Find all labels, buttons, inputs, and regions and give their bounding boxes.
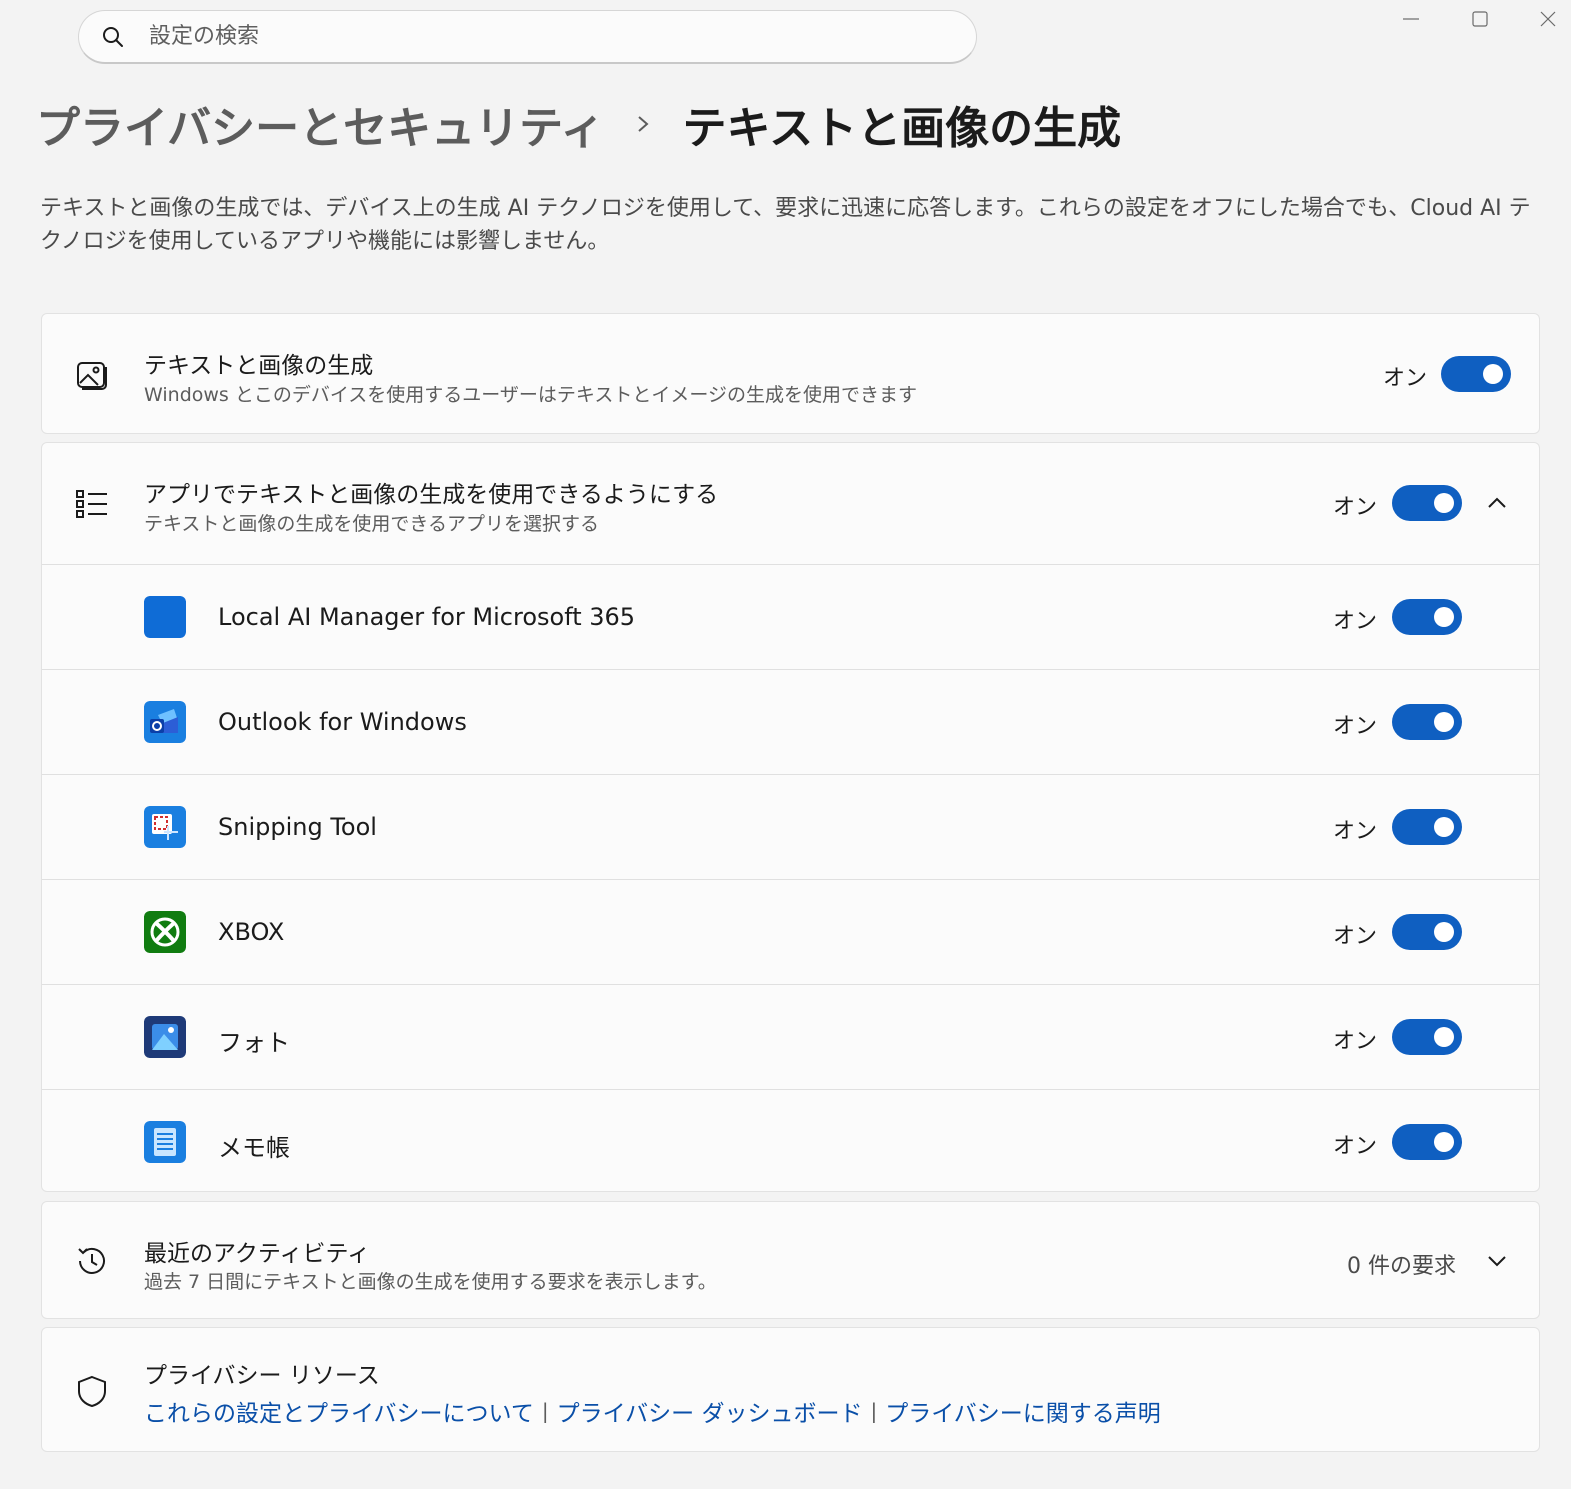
app-toggle-notepad[interactable] [1392,1124,1462,1160]
app-toggle-outlook[interactable] [1392,704,1462,740]
toggle-knob [1434,493,1454,513]
app-name: Snipping Tool [218,813,377,841]
apps-setting-card: アプリでテキストと画像の生成を使用できるようにする テキストと画像の生成を使用で… [41,442,1540,1192]
recent-activity-title: 最近のアクティビティ [144,1241,371,1267]
local-ai-manager-icon [144,596,186,638]
app-name: Outlook for Windows [218,708,467,736]
minimize-icon[interactable] [1400,8,1422,30]
app-row-xbox: XBOX オン [42,879,1539,984]
chevron-down-icon[interactable] [1485,1249,1509,1273]
app-toggle-snipping-tool[interactable] [1392,809,1462,845]
main-setting-row: テキストと画像の生成 Windows とこのデバイスを使用するユーザーはテキスト… [42,314,1539,433]
apps-setting-subtitle: テキストと画像の生成を使用できるアプリを選択する [144,513,600,535]
recent-activity-card[interactable]: 最近のアクティビティ 過去 7 日間にテキストと画像の生成を使用する要求を表示し… [41,1201,1540,1319]
chevron-right-icon [632,113,654,135]
page-description: テキストと画像の生成では、デバイス上の生成 AI テクノロジを使用して、要求に迅… [40,196,1531,254]
privacy-resources-row: プライバシー リソース これらの設定とプライバシーについて | プライバシー ダ… [42,1328,1539,1451]
app-row-photos: フォト オン [42,984,1539,1089]
toggle-knob [1483,364,1503,384]
search-icon [101,25,125,49]
main-setting-toggle[interactable] [1441,356,1511,392]
list-icon [74,486,110,522]
link-divider: | [870,1399,878,1423]
toggle-knob [1434,712,1454,732]
apps-setting-toggle[interactable] [1392,485,1462,521]
app-name: XBOX [218,918,285,946]
toggle-knob [1434,1132,1454,1152]
search-input[interactable] [149,24,909,49]
app-state: オン [1333,819,1378,844]
privacy-resources-card: プライバシー リソース これらの設定とプライバシーについて | プライバシー ダ… [41,1327,1540,1452]
xbox-icon [144,911,186,953]
apps-setting-title: アプリでテキストと画像の生成を使用できるようにする [144,482,719,508]
app-state: オン [1333,924,1378,949]
privacy-dashboard-link[interactable]: プライバシー ダッシュボード [557,1394,863,1428]
chevron-up-icon[interactable] [1485,491,1509,515]
close-icon[interactable] [1537,8,1559,30]
privacy-links: これらの設定とプライバシーについて | プライバシー ダッシュボード | プライ… [144,1394,1161,1428]
toggle-knob [1434,1027,1454,1047]
privacy-resources-title: プライバシー リソース [144,1363,380,1389]
breadcrumb-parent-link[interactable]: プライバシーとセキュリティ [36,92,604,156]
main-setting-state: オン [1383,366,1428,391]
app-row-snipping-tool: Snipping Tool オン [42,774,1539,879]
main-setting-title: テキストと画像の生成 [144,353,374,379]
toggle-knob [1434,817,1454,837]
toggle-knob [1434,607,1454,627]
app-row-notepad: メモ帳 オン [42,1089,1539,1191]
page-title: テキストと画像の生成 [682,103,1122,154]
apps-setting-state: オン [1333,495,1378,520]
app-toggle-xbox[interactable] [1392,914,1462,950]
app-state: オン [1333,714,1378,739]
link-divider: | [541,1399,549,1423]
toggle-knob [1434,922,1454,942]
photos-icon [144,1016,186,1058]
app-name: Local AI Manager for Microsoft 365 [218,603,636,631]
shield-icon [74,1373,110,1409]
apps-setting-row[interactable]: アプリでテキストと画像の生成を使用できるようにする テキストと画像の生成を使用で… [42,443,1539,564]
breadcrumb: プライバシーとセキュリティ テキストと画像の生成 [36,92,1121,156]
app-row-outlook: Outlook for Windows オン [42,669,1539,774]
recent-activity-count: 0 件の要求 [1347,1254,1456,1279]
search-box[interactable] [78,10,977,64]
app-row-local-ai-manager: Local AI Manager for Microsoft 365 オン [42,564,1539,669]
maximize-icon[interactable] [1469,8,1491,30]
app-state: オン [1333,609,1378,634]
notepad-icon [144,1121,186,1163]
privacy-settings-link[interactable]: これらの設定とプライバシーについて [144,1394,534,1428]
recent-activity-row[interactable]: 最近のアクティビティ 過去 7 日間にテキストと画像の生成を使用する要求を表示し… [42,1202,1539,1318]
main-setting-card: テキストと画像の生成 Windows とこのデバイスを使用するユーザーはテキスト… [41,313,1540,434]
app-state: オン [1333,1134,1378,1159]
app-name: メモ帳 [218,1134,290,1162]
history-icon [74,1243,110,1279]
main-setting-subtitle: Windows とこのデバイスを使用するユーザーはテキストとイメージの生成を使用… [144,384,917,406]
app-toggle-local-ai-manager[interactable] [1392,599,1462,635]
app-toggle-photos[interactable] [1392,1019,1462,1055]
snipping-tool-icon [144,806,186,848]
image-icon [74,357,110,393]
outlook-icon [144,701,186,743]
recent-activity-subtitle: 過去 7 日間にテキストと画像の生成を使用する要求を表示します。 [144,1271,717,1293]
app-state: オン [1333,1029,1378,1054]
privacy-statement-link[interactable]: プライバシーに関する声明 [885,1394,1161,1428]
app-name: フォト [218,1029,290,1057]
